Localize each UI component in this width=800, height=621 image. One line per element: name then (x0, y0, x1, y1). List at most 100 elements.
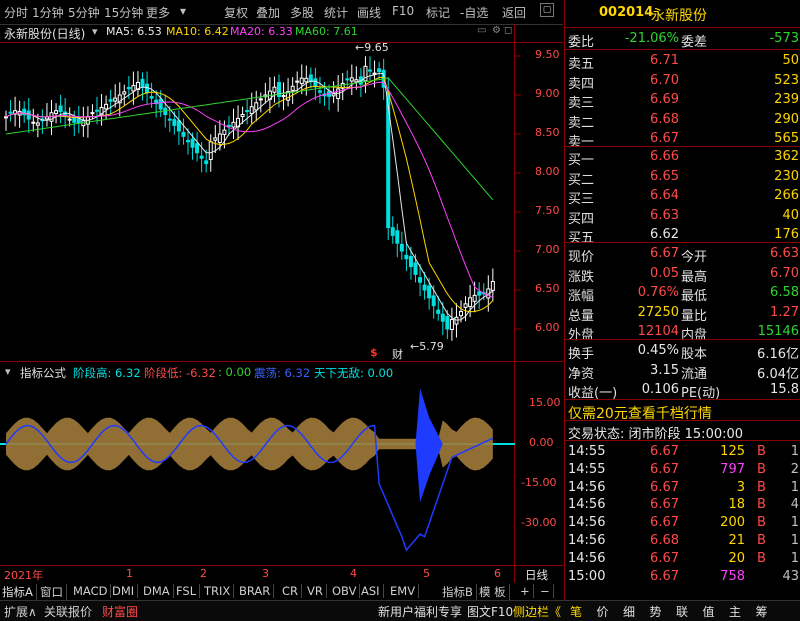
candle-body (126, 86, 131, 90)
candle-body (295, 80, 300, 83)
candle-body (368, 69, 372, 72)
indicator-tab[interactable]: ASI (361, 584, 384, 598)
buy-level-label: 买三 (568, 192, 595, 207)
candle-body (186, 140, 190, 143)
candle-body (140, 78, 145, 88)
indicator-tab[interactable]: FSL (176, 584, 201, 598)
tick-row: 14:56 6.68 21 B 1 (565, 532, 800, 551)
stock-name: 永新股份 (651, 8, 707, 24)
indicator-tab[interactable]: − (540, 584, 554, 598)
candle-body (249, 106, 254, 115)
price-axis-label: 8.50 (535, 126, 560, 139)
fund-label: 换手 (568, 347, 595, 362)
candle-body (231, 121, 236, 128)
tick-row: 14:55 6.67 797 B 2 (565, 461, 800, 480)
stat-value: 15146 (757, 324, 799, 339)
candle-body (95, 109, 99, 112)
candle-body (408, 256, 413, 268)
indicator-tab[interactable]: VR (307, 584, 327, 598)
indicator-tab[interactable]: 指标B (442, 584, 477, 600)
indicator-tab[interactable]: BRAR (239, 584, 275, 598)
stat-label: 最高 (681, 269, 708, 285)
panel-divider (565, 399, 800, 400)
weicha-value: -573 (769, 31, 799, 46)
sidebar-toggle[interactable]: 侧边栏《 (513, 603, 561, 620)
period-label[interactable]: 日线 (525, 567, 548, 583)
stat-label: 外盘 (568, 328, 595, 343)
tick-count: 1 (790, 550, 799, 566)
indicator-item-low: 阶段低: -6.32 (144, 366, 216, 380)
dividend-icon[interactable]: $ (370, 346, 378, 359)
high-marker: ←9.65 (355, 41, 389, 54)
sell-level-volume: 290 (774, 111, 799, 127)
candle-body (299, 77, 304, 85)
panel-tab[interactable]: 细 (623, 603, 635, 620)
candle-body (254, 102, 259, 111)
candle-body (113, 97, 118, 102)
candle-body (149, 96, 154, 99)
indicator-tab[interactable]: 模 板 (479, 584, 510, 600)
fund-value: 0.106 (641, 382, 679, 397)
indicator-tab[interactable]: DMA (143, 584, 174, 598)
candle-body (226, 124, 231, 127)
indicator-tab[interactable]: EMV (390, 584, 420, 598)
status-left-item[interactable]: 扩展∧ (4, 603, 37, 620)
low-value: 5.79 (419, 340, 444, 353)
weicha-label: 委差 (681, 35, 708, 50)
candle-body (190, 138, 195, 148)
finance-report-icon[interactable]: 财 (392, 346, 403, 362)
indicator-tab[interactable]: DMI (112, 584, 139, 598)
time-axis-month-5: 5 (423, 567, 430, 580)
sell-level-price: 6.71 (650, 53, 679, 68)
panel-tab[interactable]: 联 (676, 603, 688, 620)
new-user-promo[interactable]: 新用户福利专享 (378, 603, 462, 620)
quote-stat-row: 现价 6.67 今开 6.63 (565, 245, 800, 265)
time-axis: 2021年 1 2 3 4 5 6 日线 (0, 566, 563, 583)
tick-count: 4 (790, 497, 799, 513)
indicator-dropdown-icon[interactable]: ▾ (5, 365, 11, 378)
panel-divider (565, 420, 800, 421)
sell-level-label: 卖五 (568, 57, 595, 72)
quote-header: 002014 永新股份 (565, 4, 800, 24)
candle-body (272, 86, 277, 93)
status-left-item[interactable]: 关联报价 (44, 603, 92, 620)
buy-level-label: 买一 (568, 153, 595, 168)
indicator-tab[interactable]: CR (282, 584, 303, 598)
status-bar: 扩展∧ 关联报价 财富圈 新用户福利专享 图文F10 侧边栏《笔价细势联值主筹 (0, 600, 800, 621)
tick-side: B (757, 461, 766, 477)
candle-body (477, 291, 482, 296)
tick-side: B (757, 533, 766, 548)
panel-divider (565, 146, 800, 147)
panel-tab[interactable]: 主 (729, 603, 741, 620)
stat-label: 涨跌 (568, 269, 595, 285)
tick-row: 14:56 6.67 20 B 1 (565, 550, 800, 569)
sell-level-volume: 523 (774, 72, 799, 88)
panel-tab[interactable]: 势 (650, 603, 662, 620)
indicator-tab[interactable]: TRIX (204, 584, 235, 598)
panel-tab[interactable]: 价 (597, 603, 609, 620)
panel-tab[interactable]: 笔 (570, 603, 582, 620)
sell-level-volume: 239 (774, 92, 799, 107)
indicator-tab[interactable]: 窗口 (40, 584, 67, 600)
status-left-item[interactable]: 财富圈 (102, 603, 138, 620)
panel-tab[interactable]: 筹 (756, 603, 768, 620)
sell-level-price: 6.68 (650, 111, 679, 127)
price-axis-label: 6.50 (535, 282, 560, 295)
indicator-tab[interactable]: 指标A (2, 584, 37, 600)
stat-value: 27250 (637, 304, 679, 320)
candle-body (331, 93, 336, 97)
kline-chart[interactable] (0, 0, 563, 600)
candle-body (240, 114, 245, 117)
indicator-tab[interactable]: MACD (73, 584, 112, 598)
candle-body (204, 160, 209, 165)
f10-graphic-link[interactable]: 图文F10 (467, 603, 513, 620)
indicator-tab[interactable]: + (520, 584, 534, 598)
tick-count: 2 (790, 461, 799, 477)
stat-value: 6.63 (770, 246, 799, 261)
ma60-line (5, 77, 494, 201)
buy-level-row: 买四 6.63 40 (565, 207, 800, 227)
tick-volume: 125 (720, 444, 745, 459)
panel-tab[interactable]: 值 (703, 603, 715, 620)
tick-count: 1 (790, 479, 799, 495)
indicator-tab[interactable]: OBV (332, 584, 361, 598)
